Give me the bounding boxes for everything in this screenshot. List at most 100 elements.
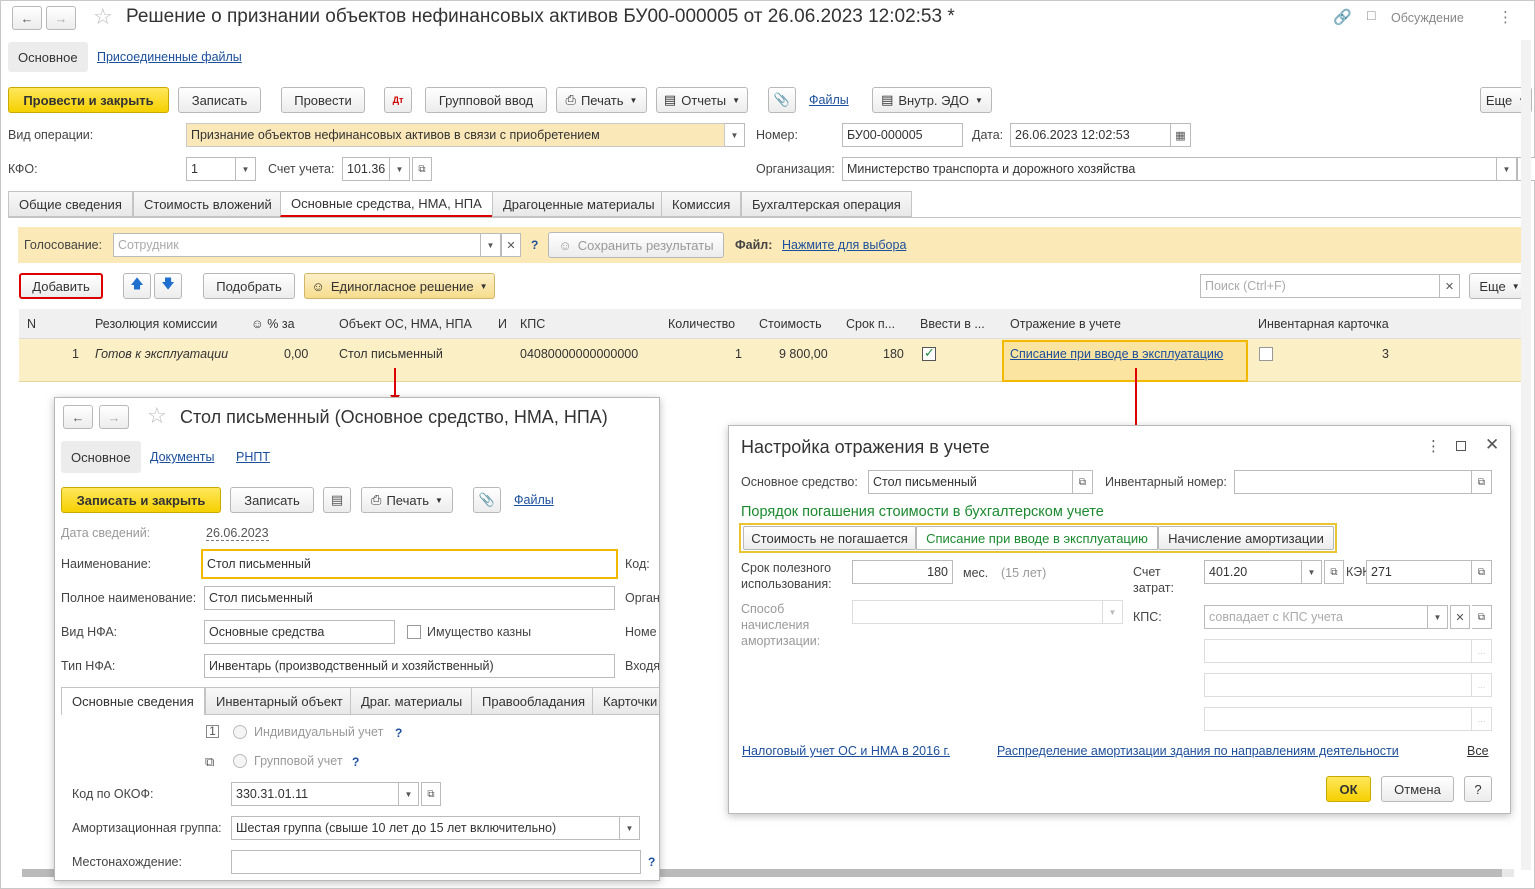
option-not-amortized[interactable]: Стоимость не погашается bbox=[743, 526, 916, 550]
asset-fullname-field[interactable]: Стол письменный bbox=[204, 586, 615, 610]
star-icon[interactable]: ☆ bbox=[147, 403, 167, 429]
help-icon[interactable]: ? bbox=[648, 855, 655, 869]
tax-accounting-link[interactable]: Налоговый учет ОС и НМА в 2016 г. bbox=[742, 744, 950, 758]
group-input-button[interactable]: Групповой ввод bbox=[425, 87, 547, 113]
save-results-button[interactable]: ☺ Сохранить результаты bbox=[548, 232, 724, 258]
reports-button[interactable]: ▤ Отчеты ▼ bbox=[656, 87, 748, 113]
close-icon[interactable]: ✕ bbox=[1485, 435, 1499, 455]
kps-open-icon[interactable]: ⧉ bbox=[1472, 605, 1492, 629]
col-n[interactable]: N bbox=[27, 317, 36, 331]
inventory-number-field[interactable] bbox=[1234, 470, 1472, 494]
help-icon[interactable]: ? bbox=[531, 238, 538, 252]
col-reflection[interactable]: Отражение в учете bbox=[1010, 317, 1121, 331]
col-kps[interactable]: КПС bbox=[520, 317, 545, 331]
setting-asset-open-icon[interactable]: ⧉ bbox=[1073, 470, 1093, 494]
tab-investment-cost[interactable]: Стоимость вложений bbox=[133, 191, 283, 217]
maximize-icon[interactable] bbox=[1456, 441, 1466, 451]
kfo-field[interactable]: 1 bbox=[186, 157, 236, 181]
method-dropdown[interactable]: ▼ bbox=[1103, 600, 1123, 624]
tab-general[interactable]: Общие сведения bbox=[8, 191, 133, 217]
asset-tab-rights[interactable]: Правообладания bbox=[471, 687, 596, 715]
asset-tab-cards[interactable]: Карточки bbox=[592, 687, 659, 715]
files-link[interactable]: Файлы bbox=[809, 93, 849, 107]
operation-dropdown[interactable]: ▼ bbox=[725, 123, 745, 147]
col-term[interactable]: Срок п... bbox=[846, 317, 895, 331]
treasury-checkbox[interactable] bbox=[407, 625, 421, 639]
col-inventory-card[interactable]: Инвентарная карточка bbox=[1258, 317, 1389, 331]
cost-account-open-icon[interactable]: ⧉ bbox=[1324, 560, 1344, 584]
row-reflection-link[interactable]: Списание при вводе в эксплуатацию bbox=[1010, 347, 1223, 361]
add-button[interactable]: Добавить bbox=[19, 273, 103, 299]
col-object[interactable]: Объект ОС, НМА, НПА bbox=[339, 317, 472, 331]
cost-account-dropdown[interactable]: ▼ bbox=[1302, 560, 1322, 584]
col-percent[interactable]: ☺ % за bbox=[251, 317, 295, 331]
star-icon[interactable]: ☆ bbox=[93, 4, 113, 30]
search-clear-icon[interactable]: ✕ bbox=[1440, 274, 1460, 298]
kps-field[interactable]: совпадает с КПС учета bbox=[1204, 605, 1428, 629]
col-commission[interactable]: Ввести в ... bbox=[920, 317, 985, 331]
ok-button[interactable]: ОК bbox=[1326, 776, 1371, 802]
forward-button[interactable]: → bbox=[46, 6, 76, 30]
kek-open-icon[interactable]: ⧉ bbox=[1472, 560, 1492, 584]
org-field[interactable]: Министерство транспорта и дорожного хозя… bbox=[842, 157, 1497, 181]
extra-field-1[interactable] bbox=[1204, 639, 1472, 663]
search-input[interactable]: Поиск (Ctrl+F) bbox=[1200, 274, 1440, 298]
file-select-link[interactable]: Нажмите для выбора bbox=[782, 238, 906, 252]
asset-date-value[interactable]: 26.06.2023 bbox=[206, 526, 269, 541]
unanimous-button[interactable]: ☺ Единогласное решение ▼ bbox=[304, 273, 495, 299]
tab-fixed-assets[interactable]: Основные средства, НМА, НПА bbox=[280, 191, 493, 217]
save-button[interactable]: Записать bbox=[178, 87, 261, 113]
post-close-button[interactable]: Провести и закрыть bbox=[8, 87, 169, 113]
extra-field-2[interactable] bbox=[1204, 673, 1472, 697]
voting-clear-icon[interactable]: ✕ bbox=[501, 233, 521, 257]
setting-asset-field[interactable]: Стол письменный bbox=[868, 470, 1073, 494]
row-inventory-checkbox[interactable] bbox=[1259, 347, 1273, 361]
move-down-icon[interactable]: 🡇 bbox=[154, 273, 182, 299]
asset-save-button[interactable]: Записать bbox=[230, 487, 314, 513]
account-field[interactable]: 101.36 bbox=[342, 157, 390, 181]
option-depreciation[interactable]: Начисление амортизации bbox=[1158, 526, 1334, 550]
paperclip-icon[interactable]: 📎 bbox=[473, 487, 501, 513]
okof-dropdown[interactable]: ▼ bbox=[399, 782, 419, 806]
table-row[interactable] bbox=[19, 339, 1530, 382]
menu-dots-icon[interactable]: ⋮ bbox=[1498, 8, 1513, 26]
kps-clear-icon[interactable]: ✕ bbox=[1450, 605, 1470, 629]
tab-accounting-operation[interactable]: Бухгалтерская операция bbox=[741, 191, 912, 217]
amort-group-dropdown[interactable]: ▼ bbox=[620, 816, 640, 840]
extra-field-2-more[interactable]: … bbox=[1472, 673, 1492, 697]
asset-save-close-button[interactable]: Записать и закрыть bbox=[61, 487, 221, 513]
useful-life-field[interactable]: 180 bbox=[852, 560, 953, 584]
asset-nav-rnpt[interactable]: РНПТ bbox=[236, 450, 270, 464]
col-resolution[interactable]: Резолюция комиссии bbox=[95, 317, 217, 331]
discussion-link[interactable]: Обсуждение bbox=[1391, 11, 1464, 25]
asset-nfa-kind-field[interactable]: Инвентарь (производственный и хозяйствен… bbox=[204, 654, 615, 678]
cost-account-field[interactable]: 401.20 bbox=[1204, 560, 1302, 584]
okof-field[interactable]: 330.31.01.11 bbox=[231, 782, 399, 806]
help-icon[interactable]: ? bbox=[352, 755, 359, 769]
asset-name-field[interactable]: Стол письменный bbox=[201, 549, 618, 579]
distribution-link[interactable]: Распределение амортизации здания по напр… bbox=[997, 744, 1399, 758]
asset-nav-documents[interactable]: Документы bbox=[150, 450, 214, 464]
extra-field-3-more[interactable]: … bbox=[1472, 707, 1492, 731]
asset-back-button[interactable]: ← bbox=[63, 405, 93, 429]
asset-print-button[interactable]: ⎙ Печать ▼ bbox=[361, 487, 453, 513]
col-cost[interactable]: Стоимость bbox=[759, 317, 822, 331]
back-button[interactable]: ← bbox=[12, 6, 42, 30]
vertical-scrollbar[interactable] bbox=[1521, 40, 1531, 870]
list-icon[interactable]: ▤ bbox=[323, 487, 351, 513]
col-i[interactable]: И bbox=[498, 317, 507, 331]
group-radio[interactable] bbox=[233, 754, 247, 768]
kfo-dropdown[interactable]: ▼ bbox=[236, 157, 256, 181]
row-commission-checkbox[interactable]: ✓ bbox=[922, 345, 936, 361]
asset-tab-main-info[interactable]: Основные сведения bbox=[61, 687, 205, 715]
nav-main[interactable]: Основное bbox=[8, 42, 88, 72]
post-button[interactable]: Провести bbox=[281, 87, 365, 113]
extra-field-3[interactable] bbox=[1204, 707, 1472, 731]
edo-button[interactable]: ▤ Внутр. ЭДО ▼ bbox=[872, 87, 992, 113]
kek-field[interactable]: 271 bbox=[1366, 560, 1472, 584]
account-dropdown[interactable]: ▼ bbox=[390, 157, 410, 181]
okof-open-icon[interactable]: ⧉ bbox=[421, 782, 441, 806]
pick-button[interactable]: Подобрать bbox=[203, 273, 295, 299]
dt-kt-icon[interactable]: Дт bbox=[384, 87, 412, 113]
all-link[interactable]: Все bbox=[1467, 744, 1489, 758]
